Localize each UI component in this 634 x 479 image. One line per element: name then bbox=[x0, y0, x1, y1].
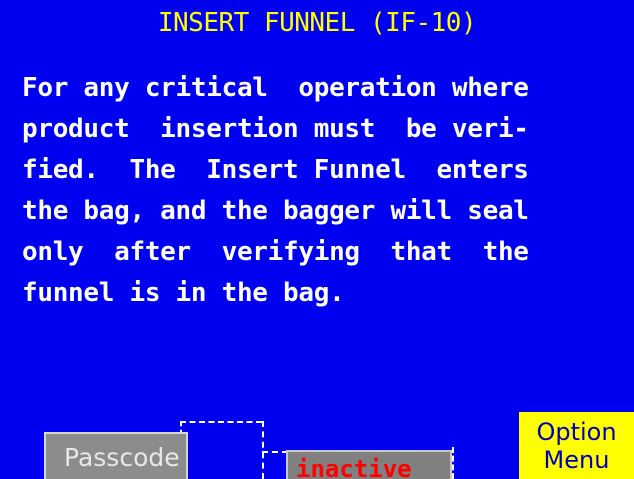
option-menu-label-line2: Menu bbox=[543, 446, 610, 474]
dashed-connector-top bbox=[180, 421, 262, 423]
option-menu-button[interactable]: Option Menu bbox=[519, 412, 634, 479]
status-label: inactive bbox=[296, 455, 412, 479]
description-line: the bag, and the bagger will seal bbox=[22, 196, 529, 226]
option-menu-label-line1: Option bbox=[536, 418, 617, 446]
dashed-connector-status-right bbox=[452, 447, 454, 479]
description-line: For any critical operation where bbox=[22, 73, 529, 103]
description-line: funnel is in the bag. bbox=[22, 278, 345, 308]
description-line: only after verifying that the bbox=[22, 237, 529, 267]
status-indicator: inactive bbox=[286, 450, 452, 479]
description-text: For any critical operation where product … bbox=[22, 68, 622, 314]
dashed-connector-mid bbox=[262, 451, 288, 453]
description-line: product insertion must be veri- bbox=[22, 114, 529, 144]
screen-title: INSERT FUNNEL (IF-10) bbox=[157, 8, 477, 38]
dashed-connector-right bbox=[262, 421, 264, 479]
hmi-screen: INSERT FUNNEL (IF-10) For any critical o… bbox=[0, 0, 634, 479]
passcode-button[interactable]: Passcode bbox=[44, 432, 188, 479]
description-line: fied. The Insert Funnel enters bbox=[22, 155, 529, 185]
